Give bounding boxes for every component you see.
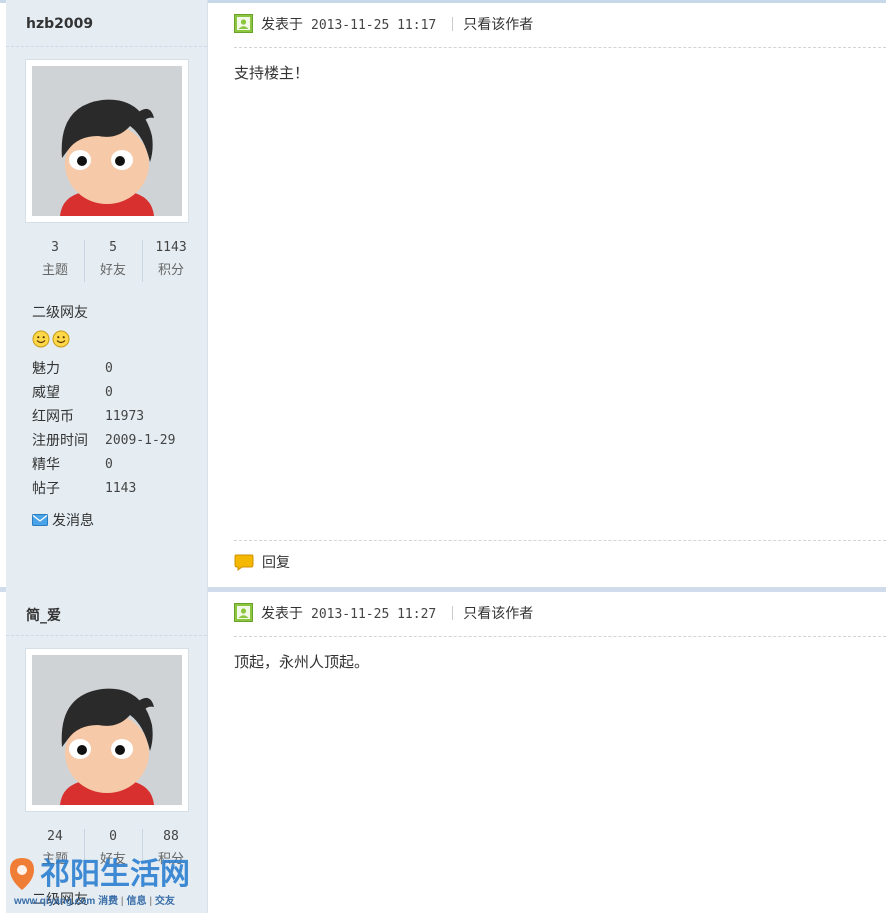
post-header: 发表于 2013-11-25 11:27 只看该作者 — [234, 603, 533, 625]
rank-stars — [32, 330, 72, 348]
info-value: 2009-1-29 — [105, 433, 176, 448]
author-sidebar: hzb2009 3 主题 5 好友 1143 积分 二级网友 魅力 0 威望 0… — [6, 0, 208, 587]
info-value: 0 — [105, 361, 113, 376]
info-row-prestige: 威望 0 — [32, 381, 202, 405]
speech-bubble-icon — [234, 554, 254, 571]
info-key: 注册时间 — [32, 433, 88, 449]
info-row-coins: 红网币 11973 — [32, 405, 202, 429]
posted-label: 发表于 — [261, 17, 303, 33]
reply-label: 回复 — [262, 555, 290, 571]
watermark-logo: 祁阳生活网 — [10, 857, 190, 892]
stat-points[interactable]: 1143 积分 — [142, 240, 200, 278]
watermark-tag: 交友 — [154, 896, 175, 907]
send-message-label: 发消息 — [52, 513, 94, 529]
send-message-button[interactable]: 发消息 — [32, 510, 94, 530]
only-author-link[interactable]: 只看该作者 — [463, 606, 533, 622]
watermark-tag: 消费 — [98, 896, 119, 907]
envelope-icon — [32, 514, 48, 526]
stat-label: 积分 — [157, 263, 184, 278]
stat-label: 主题 — [41, 263, 68, 278]
info-value: 1143 — [105, 481, 137, 496]
post-header: 发表于 2013-11-25 11:17 只看该作者 — [234, 14, 533, 36]
info-row-digest: 精华 0 — [32, 453, 202, 477]
info-key: 威望 — [32, 385, 60, 401]
info-key: 魅力 — [32, 361, 60, 377]
info-key: 红网币 — [32, 409, 74, 425]
avatar[interactable] — [26, 60, 188, 222]
avatar-image — [32, 655, 182, 805]
info-key: 帖子 — [32, 481, 60, 497]
watermark-brand: 祁阳生活网 — [40, 857, 190, 892]
post-timestamp: 2013-11-25 11:17 — [311, 18, 437, 33]
header-divider — [234, 636, 886, 637]
watermark-tag: 信息 — [126, 896, 147, 907]
post-main: 发表于 2013-11-25 11:17 只看该作者 支持楼主！ 回复 — [234, 0, 886, 587]
author-info: 魅力 0 威望 0 红网币 11973 注册时间 2009-1-29 精华 0 … — [32, 357, 202, 501]
info-row-register-date: 注册时间 2009-1-29 — [32, 429, 202, 453]
info-value: 0 — [105, 385, 113, 400]
footer-divider — [234, 540, 886, 541]
user-post-icon — [234, 603, 253, 622]
stat-value: 5 — [109, 240, 117, 255]
stat-friends[interactable]: 5 好友 — [84, 240, 142, 278]
info-key: 精华 — [32, 457, 60, 473]
header-separator — [452, 17, 454, 31]
info-row-posts: 帖子 1143 — [32, 477, 202, 501]
posted-label: 发表于 — [261, 606, 303, 622]
author-name[interactable]: hzb2009 — [26, 16, 93, 32]
smiley-icon — [52, 330, 70, 348]
post-main: 发表于 2013-11-25 11:27 只看该作者 顶起，永州人顶起。 — [234, 587, 886, 913]
info-value: 0 — [105, 457, 113, 472]
author-name[interactable]: 简_爱 — [26, 605, 61, 625]
sidebar-divider — [6, 635, 207, 636]
site-watermark: 祁阳生活网 www.qiyang.com 消费 | 信息 | 交友 — [4, 850, 204, 910]
avatar-image — [32, 66, 182, 216]
stat-value: 1143 — [155, 240, 187, 255]
user-post-icon — [234, 14, 253, 33]
smiley-icon — [32, 330, 50, 348]
stat-value: 3 — [51, 240, 59, 255]
stat-value: 24 — [47, 829, 63, 844]
reply-button[interactable]: 回复 — [234, 552, 290, 574]
author-stats: 3 主题 5 好友 1143 积分 — [26, 240, 201, 284]
user-rank[interactable]: 二级网友 — [32, 302, 88, 322]
post-content: 顶起，永州人顶起。 — [234, 653, 370, 671]
stat-value: 88 — [163, 829, 179, 844]
watermark-tagline: www.qiyang.com 消费 | 信息 | 交友 — [14, 896, 175, 907]
info-row-charm: 魅力 0 — [32, 357, 202, 381]
watermark-url: www.qiyang.com — [14, 896, 96, 907]
post-1: hzb2009 3 主题 5 好友 1143 积分 二级网友 魅力 0 威望 0… — [0, 0, 886, 587]
post-content: 支持楼主！ — [234, 64, 310, 82]
avatar[interactable] — [26, 649, 188, 811]
sidebar-divider — [6, 46, 207, 47]
header-separator — [452, 606, 454, 620]
stat-value: 0 — [109, 829, 117, 844]
stat-topics[interactable]: 3 主题 — [26, 240, 84, 278]
header-divider — [234, 47, 886, 48]
only-author-link[interactable]: 只看该作者 — [463, 17, 533, 33]
post-timestamp: 2013-11-25 11:27 — [311, 607, 437, 622]
stat-label: 好友 — [99, 263, 126, 278]
info-value: 11973 — [105, 409, 145, 424]
